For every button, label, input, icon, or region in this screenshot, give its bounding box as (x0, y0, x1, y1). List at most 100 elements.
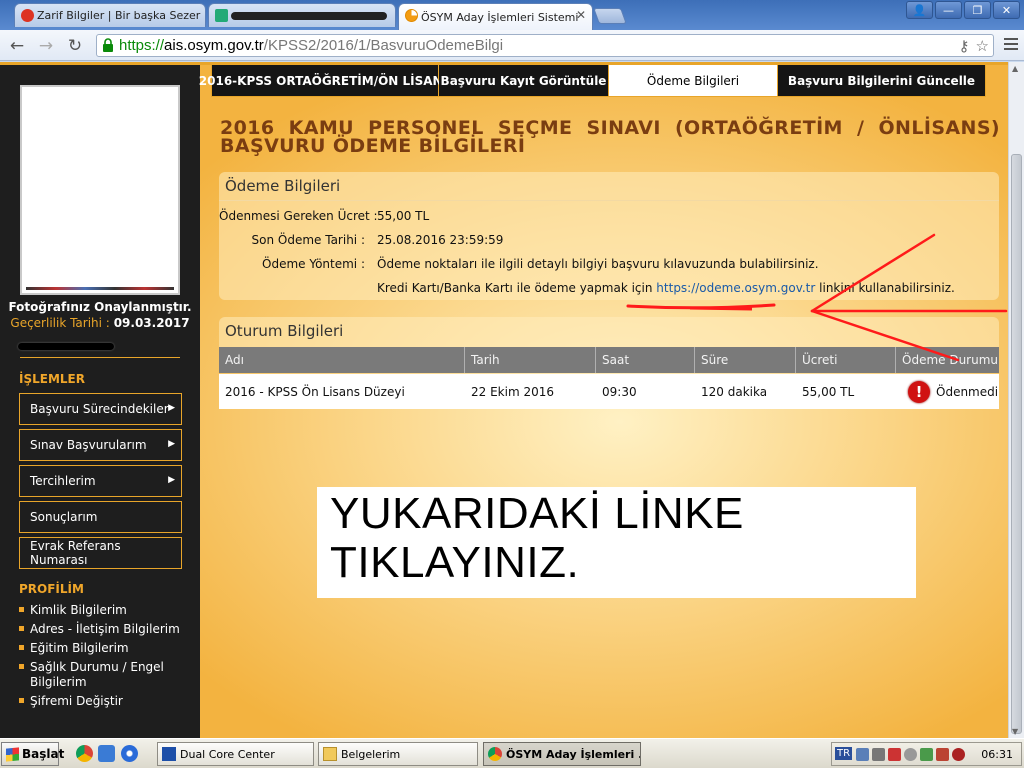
profile-link-kimlik[interactable]: Kimlik Bilgilerim (19, 603, 189, 618)
deadline-label: Son Ödeme Tarihi : (251, 233, 365, 247)
browser-tab-redacted[interactable] (208, 3, 396, 27)
cell-odeme-durumu: ! Ödenmedi (896, 374, 999, 409)
browser-tabstrip: Zarif Bilgiler | Bir başka Sezer ÖSYM Ad… (0, 0, 1024, 30)
shield-tray-icon[interactable] (952, 748, 965, 761)
sidebar: Fotoğrafınız Onaylanmıştır. Geçerlilik T… (0, 65, 200, 738)
dual-core-app-icon (162, 747, 176, 761)
browser-tab-osym[interactable]: ÖSYM Aday İşlemleri Sistemi ✕ (398, 3, 593, 30)
network-tray-icon[interactable] (856, 748, 869, 761)
fee-value: 55,00 TL (377, 209, 430, 223)
back-icon[interactable]: ← (6, 35, 28, 57)
window-controls: 👤 — ❐ ✕ (906, 1, 1020, 19)
profile-icon[interactable]: 👤 (906, 1, 933, 19)
tab-odeme-bilgileri[interactable]: Ödeme Bilgileri (609, 65, 778, 96)
security-tray-icon[interactable] (888, 748, 901, 761)
callout-line-2: TIKLAYINIZ. (330, 538, 580, 587)
chrome-menu-icon[interactable] (1004, 38, 1018, 52)
redacted-tab-label (231, 11, 387, 20)
fee-label: Ödenmesi Gereken Ücret : (219, 209, 378, 223)
tab-kpss-ortaogretim[interactable]: 2016-KPSS ORTAÖĞRETİM/ÖN LİSANS (199, 65, 451, 96)
card-text-after: linkini kullanabilirsiniz. (819, 281, 955, 295)
browser-tab-zarif[interactable]: Zarif Bilgiler | Bir başka Sezer (14, 3, 206, 27)
restore-icon[interactable]: ❐ (964, 1, 991, 19)
bullet-icon (19, 664, 24, 669)
bullet-icon (19, 645, 24, 650)
start-button[interactable]: Başlat (1, 742, 64, 766)
page-title: 2016 KAMU PERSONEL SEÇME SINAVI (ORTAÖĞR… (220, 117, 1000, 157)
menu-basvuru-surecindekiler[interactable]: Başvuru Sürecindekiler ▶ (19, 393, 182, 425)
instruction-callout: YUKARIDAKİ LİNKE TIKLAYINIZ. (317, 487, 916, 598)
tab-close-icon[interactable]: ✕ (576, 8, 586, 22)
new-tab-button[interactable] (593, 8, 627, 24)
scroll-up-icon[interactable]: ▲ (1012, 64, 1018, 73)
profile-link-adres[interactable]: Adres - İletişim Bilgilerim (19, 622, 189, 637)
tab-basvuru-guncelle[interactable]: Başvuru Bilgilerini Güncelle (778, 65, 985, 96)
col-sure: Süre (695, 347, 796, 373)
payment-panel: Ödeme Bilgileri Ödenmesi Gereken Ücret :… (219, 172, 999, 300)
unpaid-warning-icon: ! (908, 380, 930, 403)
redacted-user-name (18, 343, 114, 350)
profile-link-saglik[interactable]: Sağlık Durumu / Engel Bilgilerim (19, 660, 169, 690)
menu-tercihlerim[interactable]: Tercihlerim ▶ (19, 465, 182, 497)
scroll-down-icon[interactable]: ▼ (1012, 727, 1018, 736)
turkish-flag-favicon-icon (21, 9, 34, 22)
menu-evrak-referans[interactable]: Evrak Referans Numarası (19, 537, 182, 569)
windows-logo-icon (6, 747, 19, 762)
bookmark-star-icon[interactable]: ☆ (976, 37, 989, 55)
payment-status-text: Ödenmedi (936, 384, 999, 399)
profile-link-sifre[interactable]: Şifremi Değiştir (19, 694, 189, 709)
clock: 06:31 (981, 748, 1013, 761)
task-label: Dual Core Center (180, 747, 275, 761)
cell-ucret: 55,00 TL (802, 384, 855, 399)
browser-tab-label: Zarif Bilgiler | Bir başka Sezer (37, 9, 201, 22)
vertical-scrollbar[interactable]: ▲ ▼ (1008, 62, 1024, 738)
forward-icon[interactable]: → (35, 35, 57, 57)
sidebar-divider (20, 357, 180, 358)
odeme-link[interactable]: https://odeme.osym.gov.tr (656, 281, 815, 295)
profile-link-label: Adres - İletişim Bilgilerim (30, 622, 180, 636)
address-bar[interactable]: https:// ais.osym.gov.tr /KPSS2/2016/1/B… (96, 34, 994, 57)
tab-basvuru-kayit[interactable]: Başvuru Kayıt Görüntüle (439, 65, 609, 96)
validity-date: 09.03.2017 (113, 316, 190, 330)
minimize-icon[interactable]: — (935, 1, 962, 19)
menu-label: Evrak Referans Numarası (30, 539, 121, 567)
session-table-header: Adı Tarih Saat Süre Ücreti Ödeme Durumu (219, 347, 999, 373)
reload-icon[interactable]: ↻ (64, 35, 86, 57)
profilim-heading: PROFİLİM (19, 582, 84, 596)
method-text: Ödeme noktaları ile ilgili detaylı bilgi… (377, 257, 819, 271)
menu-sonuclarim[interactable]: Sonuçlarım (19, 501, 182, 533)
scrollbar-thumb[interactable] (1011, 154, 1022, 734)
bullet-icon (19, 607, 24, 612)
osym-favicon-icon (405, 9, 418, 22)
method-label: Ödeme Yöntemi : (262, 257, 365, 271)
cell-saat: 09:30 (602, 384, 637, 399)
task-osym-chrome[interactable]: ÖSYM Aday İşlemleri ... (483, 742, 641, 766)
chrome-app-icon (488, 747, 502, 761)
key-icon[interactable]: ⚷ (959, 37, 970, 55)
islemler-heading: İŞLEMLER (19, 372, 85, 386)
antivirus-tray-icon[interactable] (936, 748, 949, 761)
profile-link-egitim[interactable]: Eğitim Bilgilerim (19, 641, 189, 656)
profile-link-label: Şifremi Değiştir (30, 694, 123, 708)
task-label: Belgelerim (341, 747, 401, 761)
task-belgelerim[interactable]: Belgelerim (318, 742, 478, 766)
menu-sinav-basvurularim[interactable]: Sınav Başvurularım ▶ (19, 429, 182, 461)
start-label: Başlat (22, 747, 65, 761)
browser-toolbar: ← → ↻ https:// ais.osym.gov.tr /KPSS2/20… (0, 30, 1024, 61)
media-player-icon[interactable] (121, 745, 138, 762)
session-panel: Oturum Bilgileri (219, 317, 999, 347)
deadline-value: 25.08.2016 23:59:59 (377, 233, 504, 247)
chrome-quicklaunch-icon[interactable] (76, 745, 93, 762)
payment-panel-title: Ödeme Bilgileri (225, 177, 341, 195)
volume-tray-icon[interactable] (872, 748, 885, 761)
chevron-right-icon: ▶ (168, 403, 175, 413)
task-dual-core-center[interactable]: Dual Core Center (157, 742, 314, 766)
ie-quicklaunch-icon[interactable] (98, 745, 115, 762)
update-tray-icon[interactable] (904, 748, 917, 761)
close-window-icon[interactable]: ✕ (993, 1, 1020, 19)
validity-label: Geçerlilik Tarihi : (10, 316, 110, 330)
folder-icon (323, 747, 337, 761)
app-tray-icon[interactable] (920, 748, 933, 761)
content-tabs: 2016-KPSS ORTAÖĞRETİM/ÖN LİSANS Başvuru … (199, 64, 986, 97)
language-indicator[interactable]: TR (835, 747, 853, 760)
